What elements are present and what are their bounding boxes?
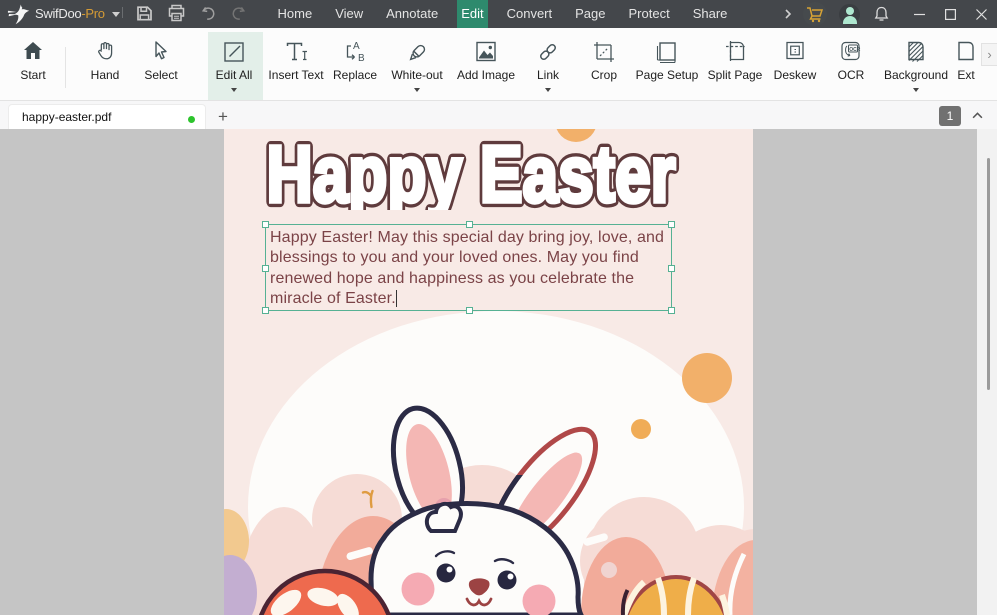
svg-text:Happy Easter: Happy Easter (266, 131, 675, 219)
svg-text:A: A (353, 41, 360, 52)
svg-text:B: B (358, 53, 365, 64)
svg-text:OCR: OCR (849, 47, 861, 53)
